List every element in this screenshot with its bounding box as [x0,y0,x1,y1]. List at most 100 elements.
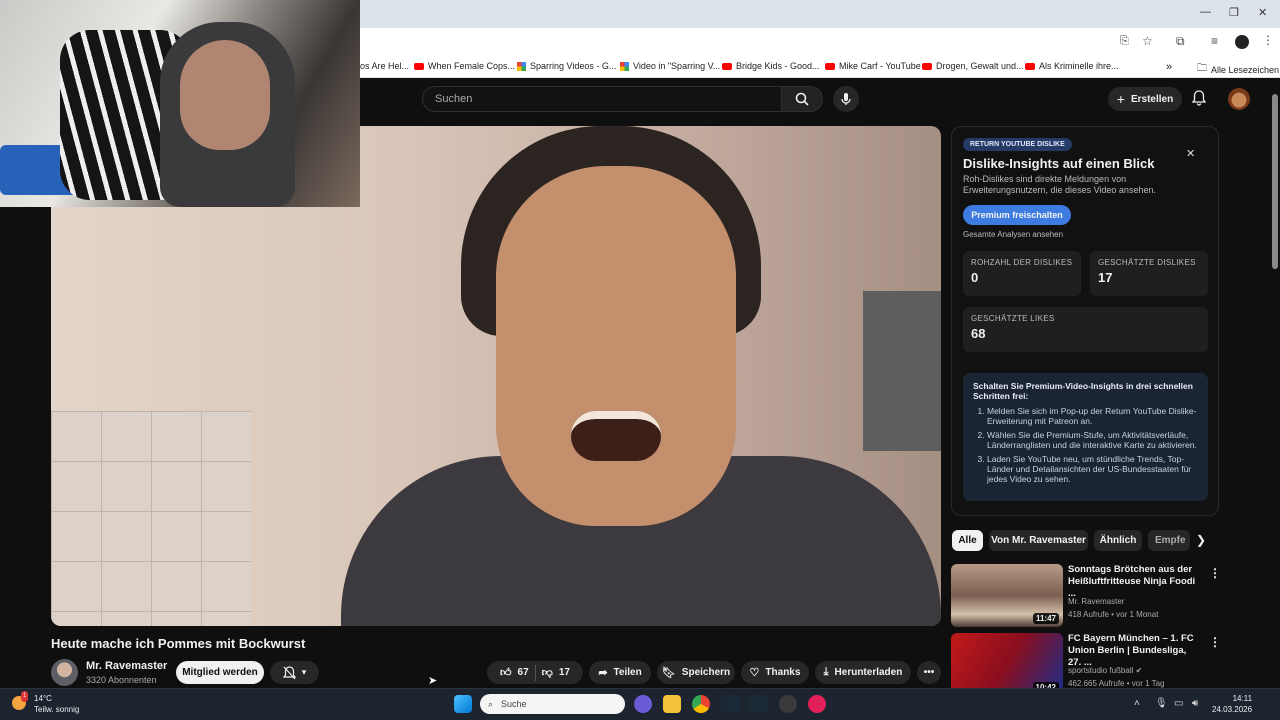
youtube-icon [414,62,424,70]
dislike-button[interactable]: 👎︎ 17 [542,666,570,679]
all-analyses-link[interactable]: Gesamte Analysen ansehen [963,230,1063,239]
page-scrollbar[interactable] [1270,82,1280,687]
bookmark-item[interactable]: Als Kriminelle ihre... [1025,61,1119,71]
chrome-icon[interactable] [692,695,710,713]
bookmark-icon: 🔖︎ [661,667,676,679]
bookmark-item[interactable]: Sparring Videos - G... [517,61,616,71]
bookmark-item[interactable]: Mike Carf - YouTube [825,61,921,71]
thumbs-down-icon: 👎︎ [541,667,553,679]
video-title: Heute mache ich Pommes mit Bockwurst [51,636,306,651]
webcam-overlay [0,0,360,207]
bookmark-item[interactable]: Bridge Kids - Good... [722,61,820,71]
chip-channel[interactable]: Von Mr. Ravemaster [989,530,1088,551]
recommendation-channel[interactable]: Mr. Ravemaster [1068,597,1124,606]
bookmark-item[interactable]: When Female Cops... [414,61,515,71]
voice-search-button[interactable] [833,86,859,112]
step-item: Laden Sie YouTube neu, um stündliche Tre… [987,454,1198,484]
bookmark-item[interactable]: os Are Hel... [360,61,409,71]
reading-list-icon[interactable]: ≡ [1211,34,1218,48]
premium-unlock-button[interactable]: Premium freischalten [963,205,1071,225]
volume-icon[interactable]: 🔊︎ [1192,698,1198,709]
search-button[interactable] [781,86,823,112]
bookmark-item[interactable]: Video in "Sparring V... [620,61,720,71]
profile-icon[interactable] [1235,35,1249,49]
weather-widget[interactable]: 1 14°C Teilw. sonnig [12,691,80,715]
bell-off-icon [282,665,296,679]
microphone-icon [841,93,851,105]
like-button[interactable]: 👍︎ 67 [500,666,529,679]
close-window-icon[interactable]: ✕ [1258,6,1267,19]
microphone-icon[interactable]: 🎙︎ [1155,698,1168,709]
stat-raw-dislikes: ROHZAHL DER DISLIKES 0 [963,251,1081,296]
discord-icon[interactable] [634,695,652,713]
stat-estimated-dislikes: GESCHÄTZTE DISLIKES 17 [1090,251,1208,296]
webcam-face [180,40,270,150]
steam-icon[interactable] [750,695,768,713]
stat-label: GESCHÄTZTE LIKES [971,314,1055,323]
notifications-button[interactable] [1191,90,1207,111]
subscription-bell-button[interactable]: ▾ [270,661,319,684]
menu-dots-icon[interactable]: ⋮ [1262,33,1274,47]
youtube-icon [825,62,835,70]
system-clock[interactable]: 14:11 24.03.2026 [1212,693,1252,715]
tray-chevron-icon[interactable]: ˄ [1134,698,1140,709]
like-dislike-group: 👍︎ 67 👎︎ 17 [487,661,583,684]
youtube-icon [722,62,732,70]
temperature: 14°C [34,694,52,703]
windows-start-icon[interactable] [454,695,472,713]
ryd-title: Dislike-Insights auf einen Blick [963,156,1155,171]
all-bookmarks-button[interactable]: 🗀 Alle Lesezeichen [1197,61,1279,78]
account-avatar[interactable] [1228,88,1250,110]
channel-name[interactable]: Mr. Ravemaster [86,660,167,672]
extensions-icon[interactable]: ⧉ [1176,34,1185,49]
youtube-icon [922,62,932,70]
bookmark-item[interactable]: Drogen, Gewalt und... [922,61,1024,71]
bookmarks-overflow-button[interactable]: » [1166,61,1172,73]
network-icon[interactable]: ▭ [1174,698,1183,709]
taskbar-search[interactable]: ⌕ Suche [480,694,625,714]
plus-icon: + [1116,91,1125,107]
chip-recommended[interactable]: Empfe [1148,530,1190,551]
close-icon[interactable]: ✕ [1186,147,1195,160]
recommendation-thumbnail[interactable]: 10:42 [951,633,1063,696]
chevron-right-icon[interactable]: ❯ [1196,533,1206,547]
media-player-icon[interactable] [808,695,826,713]
more-vert-icon[interactable]: ⋮ [1209,635,1221,649]
video-frame-mouth [571,411,661,461]
more-vert-icon[interactable]: ⋮ [1209,566,1221,580]
restore-icon[interactable]: ❐ [1229,6,1239,19]
share-button[interactable]: ➦ Teilen [589,661,651,684]
app-icon[interactable] [779,695,797,713]
recommendation-channel[interactable]: sportstudio fußball ✔ [1068,666,1142,675]
recommendation-title[interactable]: Sonntags Brötchen aus der Heißluftfritte… [1068,564,1198,600]
channel-avatar[interactable] [51,659,78,686]
chip-similar[interactable]: Ähnlich [1094,530,1142,551]
star-icon[interactable]: ☆ [1142,34,1153,48]
steam-icon[interactable] [721,695,739,713]
minimize-icon[interactable]: — [1200,6,1211,18]
steps-list: Melden Sie sich im Pop-up der Return You… [973,406,1198,484]
video-frame-tiles [51,411,251,626]
save-button[interactable]: 🔖︎ Speichern [657,661,735,684]
download-button[interactable]: ⤓ Herunterladen [815,661,911,684]
stat-value: 68 [971,326,986,341]
more-actions-button[interactable]: ••• [917,661,941,684]
search-input[interactable]: Suchen [422,86,782,112]
join-button[interactable]: Mitglied werden [176,661,264,684]
clock-time: 14:11 [1232,694,1253,703]
thanks-button[interactable]: ♡ Thanks [741,661,809,684]
recommendation-item[interactable]: 11:47 Sonntags Brötchen aus der Heißluft… [951,564,1251,628]
weather-condition: Teilw. sonnig [34,705,80,714]
create-button[interactable]: + Erstellen [1108,87,1182,111]
stat-label: GESCHÄTZTE DISLIKES [1098,258,1196,267]
thumbs-up-icon: 👍︎ [500,667,512,679]
cast-icon[interactable]: ⎘ [1120,35,1129,48]
ryd-badge: RETURN YOUTUBE DISLIKE [963,138,1072,151]
recommendation-thumbnail[interactable]: 11:47 [951,564,1063,627]
recommendation-title[interactable]: FC Bayern München – 1. FC Union Berlin |… [1068,633,1198,669]
scrollbar-thumb[interactable] [1272,94,1278,269]
file-explorer-icon[interactable] [663,695,681,713]
search-icon: ⌕ [488,698,494,709]
chip-all[interactable]: Alle [952,530,983,551]
weather-badge: 1 [21,691,29,702]
